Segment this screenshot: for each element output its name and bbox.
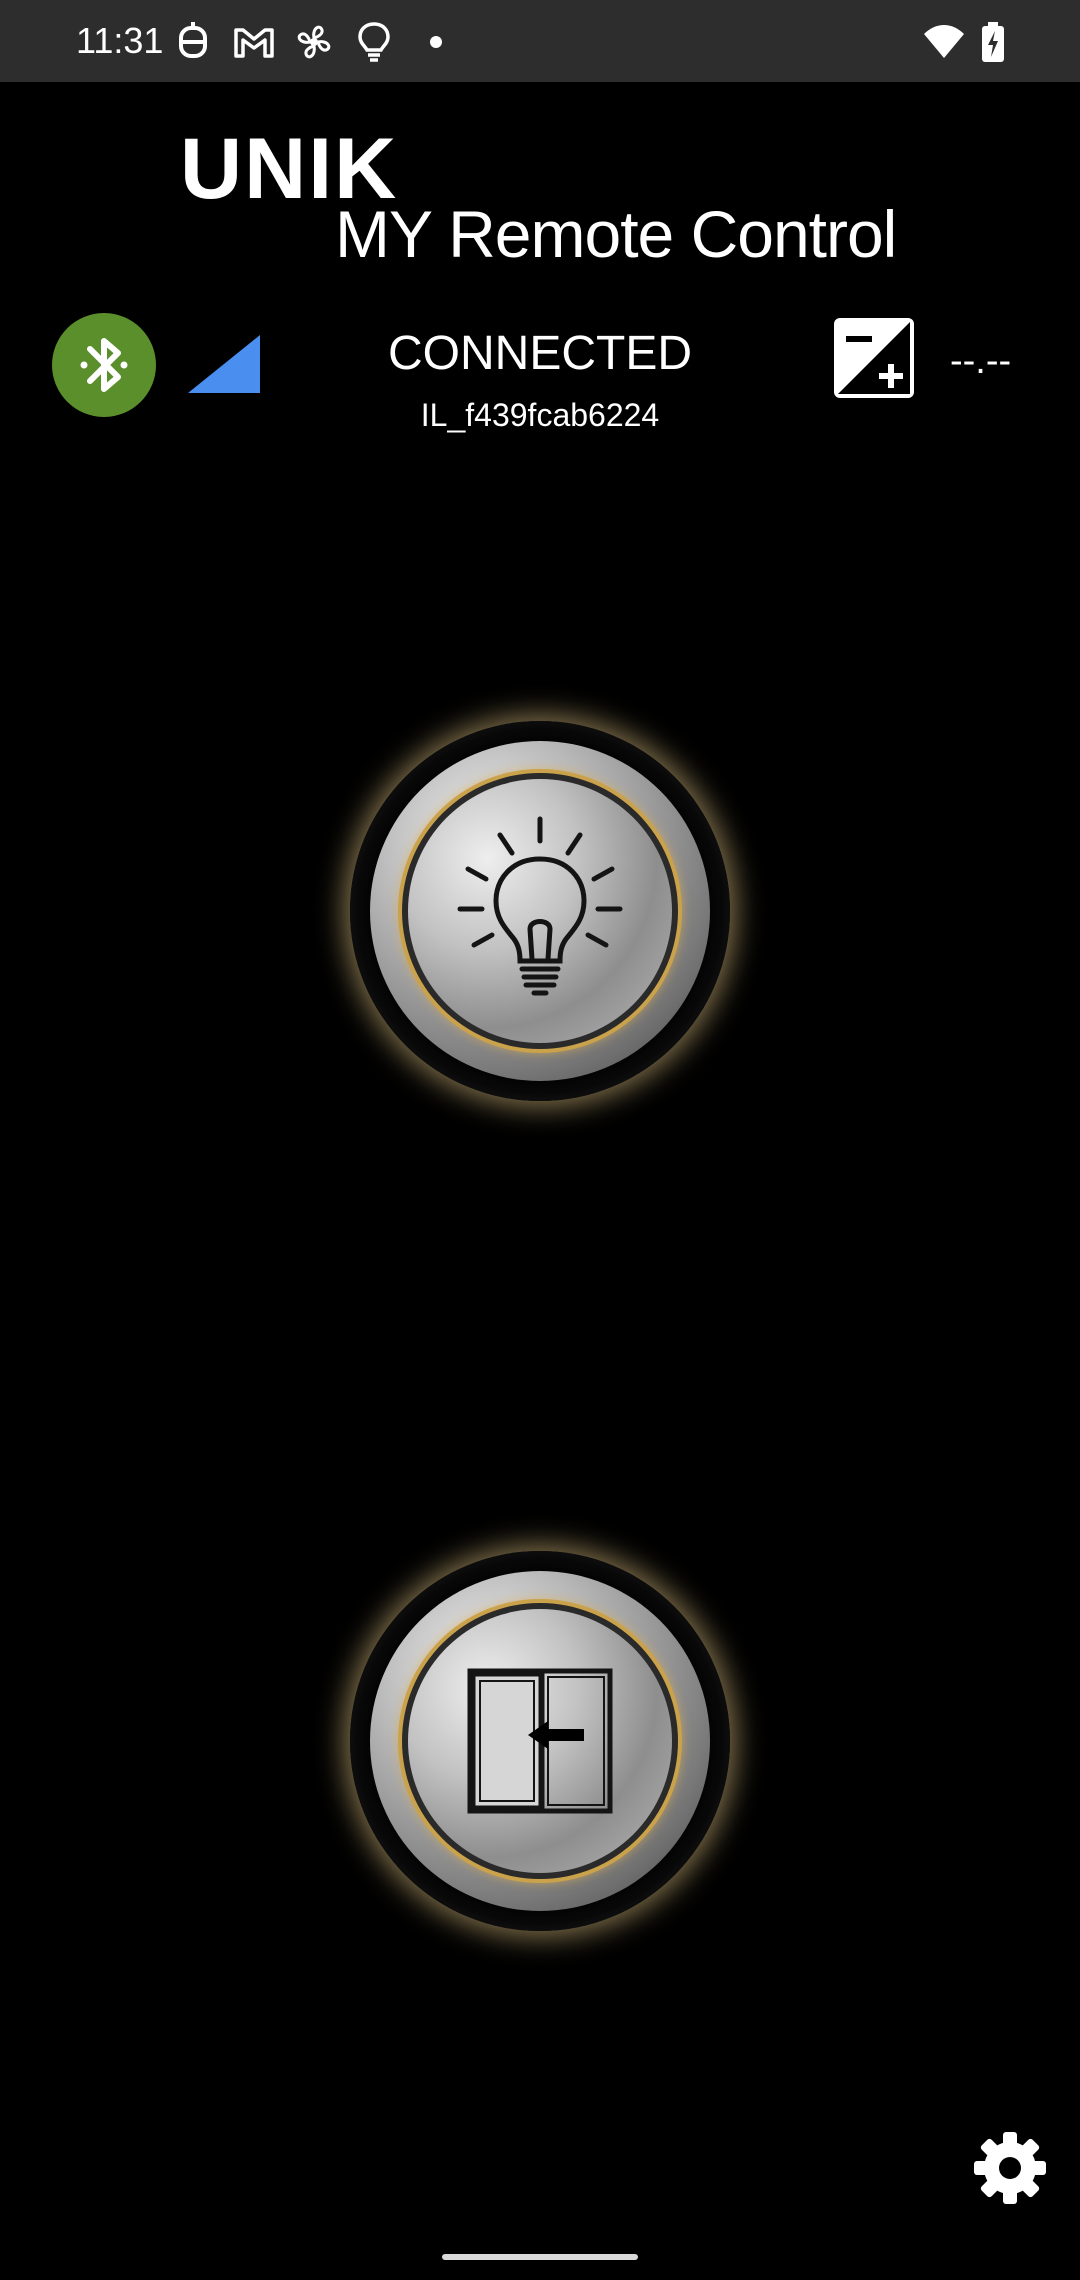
connection-status: CONNECTED <box>387 327 692 380</box>
app-logo: UNIK MY Remote Control <box>180 126 900 270</box>
reading-value: --.-- <box>950 340 1012 382</box>
wifi-icon <box>924 25 964 58</box>
vpn-key-icon <box>179 22 207 58</box>
logo-subtitle: MY Remote Control <box>335 197 897 271</box>
gmail-icon <box>234 28 274 58</box>
exposure-plus-icon[interactable] <box>834 318 914 398</box>
lightbulb-icon <box>457 816 623 996</box>
signal-strength-icon <box>188 335 260 393</box>
door-open-button[interactable] <box>350 1551 730 1931</box>
status-bar: 11:31 <box>0 0 1080 82</box>
sliding-door-icon <box>467 1668 613 1814</box>
gear-icon[interactable] <box>972 2130 1048 2206</box>
device-id: IL_f439fcab6224 <box>420 397 660 433</box>
dot-icon <box>430 36 442 48</box>
bluetooth-icon <box>80 338 128 392</box>
home-indicator[interactable] <box>442 2254 638 2260</box>
app-screen: 11:31 UNIK MY Remote Control CONNECTED I… <box>0 0 1080 2280</box>
light-toggle-button[interactable] <box>350 721 730 1101</box>
battery-charging-icon <box>982 22 1004 62</box>
status-time: 11:31 <box>76 20 164 61</box>
bluetooth-button[interactable] <box>52 313 156 417</box>
lightbulb-icon <box>358 22 390 62</box>
fan-icon <box>297 25 331 59</box>
